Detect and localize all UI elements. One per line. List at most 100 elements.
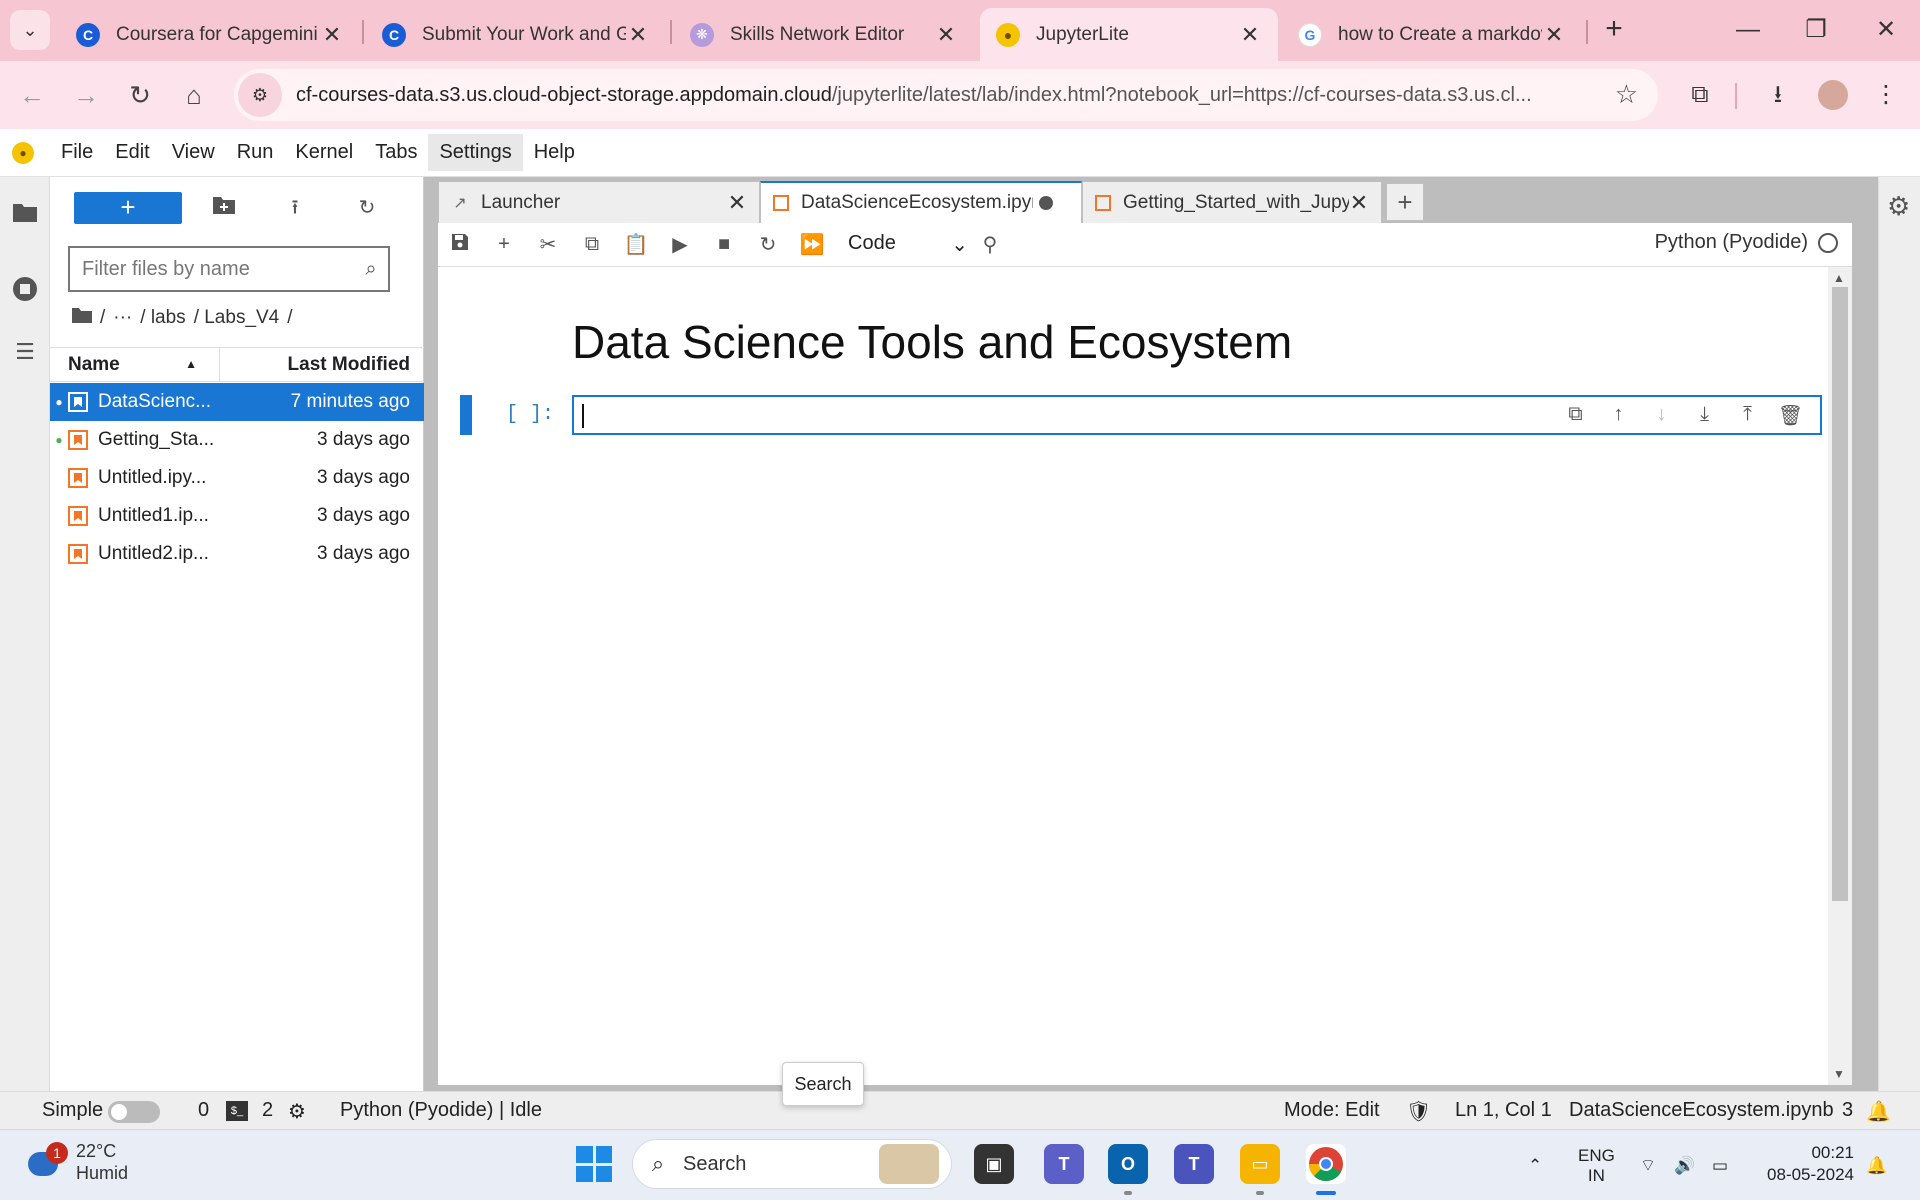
minimize-icon[interactable]: —	[1728, 10, 1768, 50]
cell-type-select[interactable]: Code ⌄	[848, 232, 968, 257]
scrollbar-thumb[interactable]	[1832, 287, 1848, 901]
file-explorer-icon[interactable]: ▭	[1240, 1144, 1280, 1184]
file-row[interactable]: Untitled2.ip... 3 days ago	[50, 535, 424, 573]
scroll-down-arrow-icon[interactable]: ▼	[1833, 1067, 1845, 1081]
browser-tab-skills-network[interactable]: ❋ Skills Network Editor ✕	[674, 8, 974, 61]
scroll-up-arrow-icon[interactable]: ▲	[1833, 271, 1845, 285]
add-tab-button[interactable]: +	[1386, 183, 1424, 221]
close-icon[interactable]: ✕	[1238, 22, 1262, 48]
menu-settings[interactable]: Settings	[428, 134, 523, 171]
weather-widget[interactable]: 1 22°C Humid	[22, 1140, 128, 1184]
insert-above-icon[interactable]: ⤒	[1726, 403, 1769, 428]
home-icon[interactable]: ⌂	[174, 75, 214, 115]
filter-files-field[interactable]: ⌕	[68, 246, 390, 292]
show-hidden-icons-icon[interactable]: ⌃	[1528, 1130, 1542, 1200]
tab-getting-started[interactable]: Getting_Started_with_Jupyter ✕	[1082, 181, 1382, 223]
paste-icon[interactable]: 📋	[614, 232, 658, 257]
browser-tab-submit-work[interactable]: C Submit Your Work and Gr ✕	[366, 8, 666, 61]
file-row[interactable]: ● DataScienc... 7 minutes ago	[50, 383, 424, 421]
file-row[interactable]: Untitled.ipy... 3 days ago	[50, 459, 424, 497]
menu-edit[interactable]: Edit	[104, 134, 160, 171]
menu-help[interactable]: Help	[523, 134, 586, 171]
menu-tabs[interactable]: Tabs	[364, 134, 428, 171]
new-launcher-button[interactable]: +	[74, 192, 182, 224]
menu-view[interactable]: View	[161, 134, 226, 171]
task-view-icon[interactable]: ▣	[974, 1144, 1014, 1184]
battery-icon[interactable]: ▭	[1712, 1130, 1728, 1200]
reload-icon[interactable]: ↻	[120, 75, 160, 115]
folder-icon[interactable]	[72, 307, 92, 329]
markdown-heading[interactable]: Data Science Tools and Ecosystem	[572, 315, 1292, 369]
refresh-icon[interactable]: ↻	[351, 192, 383, 224]
code-cell-editor[interactable]: ⧉ ↑ ↓ ⤓ ⤒ 🗑	[572, 395, 1822, 435]
move-up-icon[interactable]: ↑	[1597, 403, 1640, 428]
teams-classic-icon[interactable]: T	[1174, 1144, 1214, 1184]
menu-run[interactable]: Run	[226, 134, 285, 171]
unsaved-dot-icon[interactable]	[1039, 196, 1053, 210]
window-close-icon[interactable]: ✕	[1866, 10, 1906, 50]
browser-menu-icon[interactable]: ⋮	[1866, 75, 1906, 115]
menu-kernel[interactable]: Kernel	[284, 134, 364, 171]
browser-tab-jupyterlite[interactable]: ● JupyterLite ✕	[980, 8, 1278, 61]
simple-mode-toggle[interactable]	[108, 1101, 160, 1123]
file-row[interactable]: Untitled1.ip... 3 days ago	[50, 497, 424, 535]
system-clock[interactable]: 00:21 08-05-2024	[1758, 1142, 1854, 1186]
back-arrow-icon[interactable]: ←	[12, 75, 52, 115]
address-bar[interactable]: ⚙ cf-courses-data.s3.us.cloud-object-sto…	[234, 69, 1658, 121]
breadcrumb-labs[interactable]: / labs	[140, 307, 185, 329]
volume-icon[interactable]: 🔊	[1674, 1130, 1695, 1200]
taskbar-search-box[interactable]: ⌕ Search	[632, 1139, 952, 1189]
cut-icon[interactable]: ✂	[526, 232, 570, 257]
wifi-icon[interactable]: ⌔	[1640, 1130, 1656, 1200]
forward-arrow-icon[interactable]: →	[66, 75, 106, 115]
run-icon[interactable]: ▶	[658, 232, 702, 257]
file-row[interactable]: ● Getting_Sta... 3 days ago	[50, 421, 424, 459]
kernel-status[interactable]: Python (Pyodide) | Idle	[340, 1099, 542, 1122]
new-folder-icon[interactable]	[208, 192, 240, 224]
windows-start-icon[interactable]	[576, 1146, 612, 1182]
breadcrumb-ellipsis[interactable]: ···	[113, 307, 132, 329]
running-kernels-icon[interactable]	[10, 274, 40, 304]
browser-tab-google-markdown[interactable]: G how to Create a markdov ✕	[1282, 8, 1582, 61]
download-icon[interactable]: ⭳	[1758, 75, 1798, 115]
folder-icon[interactable]	[10, 197, 40, 227]
active-cell-indicator[interactable]	[460, 395, 472, 435]
breadcrumb-labs-v4[interactable]: / Labs_V4	[194, 307, 280, 329]
restart-icon[interactable]: ↻	[746, 232, 790, 257]
profile-avatar[interactable]	[1818, 80, 1848, 110]
close-icon[interactable]: ✕	[934, 22, 958, 48]
menu-file[interactable]: File	[50, 134, 104, 171]
url-text[interactable]: cf-courses-data.s3.us.cloud-object-stora…	[296, 84, 1596, 107]
cursor-position[interactable]: Ln 1, Col 1	[1455, 1099, 1552, 1122]
save-icon[interactable]	[438, 233, 482, 257]
tab-launcher[interactable]: ↗ Launcher ✕	[438, 181, 760, 223]
name-column-header[interactable]: Name ▲	[50, 348, 220, 381]
close-icon[interactable]: ✕	[320, 22, 344, 48]
bookmark-star-icon[interactable]: ☆	[1615, 79, 1638, 110]
delete-cell-icon[interactable]: 🗑	[1769, 403, 1812, 428]
new-tab-button[interactable]: +	[1598, 14, 1630, 46]
kernel-count[interactable]: 2	[262, 1099, 273, 1122]
stop-icon[interactable]: ■	[702, 233, 746, 256]
table-of-contents-icon[interactable]: ☰	[10, 337, 40, 367]
extensions-icon[interactable]: ⧉	[1680, 75, 1720, 115]
insert-cell-icon[interactable]: +	[482, 233, 526, 256]
outlook-icon[interactable]: O	[1108, 1144, 1148, 1184]
copy-icon[interactable]: ⧉	[570, 233, 614, 256]
current-filename[interactable]: DataScienceEcosystem.ipynb	[1569, 1099, 1834, 1122]
teams-icon[interactable]: T	[1044, 1144, 1084, 1184]
upload-icon[interactable]: ⭱	[279, 192, 311, 224]
debugger-icon[interactable]: ⚲	[968, 232, 1012, 257]
duplicate-cell-icon[interactable]: ⧉	[1554, 403, 1597, 428]
breadcrumb-root[interactable]: /	[100, 307, 105, 329]
shield-icon[interactable]: 🛡	[1406, 1099, 1431, 1124]
close-icon[interactable]: ✕	[1349, 190, 1369, 216]
notification-count[interactable]: 3	[1842, 1099, 1853, 1122]
notification-bell-icon[interactable]: 🔔	[1866, 1130, 1887, 1200]
restore-icon[interactable]: ❐	[1796, 10, 1836, 50]
close-icon[interactable]: ✕	[1542, 22, 1566, 48]
close-icon[interactable]: ✕	[727, 190, 747, 216]
language-indicator[interactable]: ENG IN	[1578, 1130, 1615, 1200]
move-down-icon[interactable]: ↓	[1640, 403, 1683, 428]
close-icon[interactable]: ✕	[626, 22, 650, 48]
